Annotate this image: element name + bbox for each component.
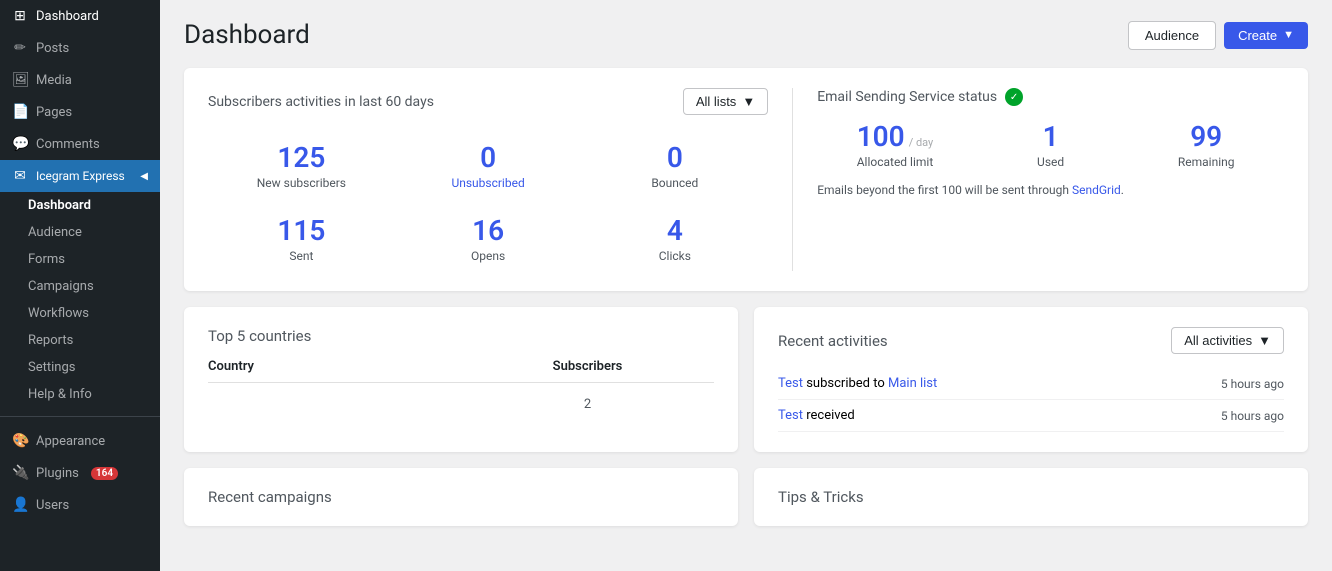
table-row: 2 [208,391,714,418]
stat-used: 1 Used [973,120,1129,169]
two-col-section: Top 5 countries Country Subscribers 2 Re… [184,307,1308,452]
sidebar-item-pages[interactable]: 📄 Pages [0,96,160,128]
activities-title: Subscribers activities in last 60 days [208,94,434,110]
top-countries-title: Top 5 countries [208,327,714,345]
sidebar-item-posts[interactable]: ✏ Posts [0,32,160,64]
activities-card: Subscribers activities in last 60 days A… [184,68,1308,291]
service-stats: 100 / day Allocated limit 1 Used 99 Rema… [817,120,1284,169]
media-icon: 🖼 [12,72,28,88]
create-button[interactable]: Create ▼ [1224,22,1308,49]
sidebar-sub-settings[interactable]: Settings [0,354,160,381]
stat-new-subscribers: 125 New subscribers [208,133,395,198]
stat-bounced: 0 Bounced [581,133,768,198]
activity-time-1: 5 hours ago [1221,409,1284,423]
stat-clicks: 4 Clicks [581,206,768,271]
stat-remaining: 99 Remaining [1128,120,1284,169]
comments-icon: 💬 [12,136,28,152]
sidebar: ⊞ Dashboard ✏ Posts 🖼 Media 📄 Pages 💬 Co… [0,0,160,571]
sidebar-item-media[interactable]: 🖼 Media [0,64,160,96]
sidebar-sub-campaigns[interactable]: Campaigns [0,273,160,300]
activities-dropdown-chevron-icon: ▼ [1258,333,1271,348]
stat-opens: 16 Opens [395,206,582,271]
sidebar-item-appearance[interactable]: 🎨 Appearance [0,425,160,457]
bottom-section: Recent campaigns Tips & Tricks [184,468,1308,526]
activity-link-test-0[interactable]: Test [778,376,803,391]
sidebar-sub-forms[interactable]: Forms [0,246,160,273]
sidebar-item-users[interactable]: 👤 Users [0,489,160,521]
table-header: Country Subscribers [208,359,714,383]
sidebar-sub-workflows[interactable]: Workflows [0,300,160,327]
plugins-badge: 164 [91,467,118,480]
recent-campaigns-title: Recent campaigns [208,488,714,506]
activity-row-0: Test subscribed to Main list 5 hours ago [778,368,1284,400]
all-activities-dropdown[interactable]: All activities ▼ [1171,327,1284,354]
audience-button[interactable]: Audience [1128,21,1216,50]
activities-header: Subscribers activities in last 60 days A… [208,88,768,115]
sidebar-sub-audience[interactable]: Audience [0,219,160,246]
activity-link-test-1[interactable]: Test [778,408,803,423]
activity-link-main-list[interactable]: Main list [888,376,937,391]
sidebar-sub-dashboard[interactable]: Dashboard [0,192,160,219]
main-content: Dashboard Audience Create ▼ Subscribers … [160,0,1332,571]
create-chevron-icon: ▼ [1283,29,1294,41]
sidebar-item-icegram[interactable]: ✉ Icegram Express ◀ [0,160,160,192]
recent-activities-header: Recent activities All activities ▼ [778,327,1284,354]
top-countries-card: Top 5 countries Country Subscribers 2 [184,307,738,452]
icegram-icon: ✉ [12,168,28,184]
sendgrid-link[interactable]: SendGrid [1072,183,1121,197]
recent-activities-card: Recent activities All activities ▼ Test … [754,307,1308,452]
sendgrid-note: Emails beyond the first 100 will be sent… [817,183,1284,197]
activity-time-0: 5 hours ago [1221,377,1284,391]
sidebar-sub-reports[interactable]: Reports [0,327,160,354]
all-lists-dropdown[interactable]: All lists ▼ [683,88,768,115]
sidebar-item-comments[interactable]: 💬 Comments [0,128,160,160]
pages-icon: 📄 [12,104,28,120]
plugins-icon: 🔌 [12,465,28,481]
stat-sent: 115 Sent [208,206,395,271]
page-title: Dashboard [184,20,310,50]
tips-tricks-card: Tips & Tricks [754,468,1308,526]
page-header: Dashboard Audience Create ▼ [184,20,1308,50]
dropdown-chevron-icon: ▼ [742,94,755,109]
stat-unsubscribed: 0 Unsubscribed [395,133,582,198]
appearance-icon: 🎨 [12,433,28,449]
sidebar-divider [0,416,160,417]
recent-activities-title: Recent activities [778,332,888,350]
dashboard-icon: ⊞ [12,8,28,24]
service-status-icon: ✓ [1005,88,1023,106]
activity-row-1: Test received 5 hours ago [778,400,1284,432]
sidebar-sub-help[interactable]: Help & Info [0,381,160,408]
recent-campaigns-card: Recent campaigns [184,468,738,526]
users-icon: 👤 [12,497,28,513]
sidebar-item-plugins[interactable]: 🔌 Plugins 164 [0,457,160,489]
header-actions: Audience Create ▼ [1128,21,1308,50]
stat-allocated: 100 / day Allocated limit [817,120,973,169]
sidebar-item-dashboard[interactable]: ⊞ Dashboard [0,0,160,32]
icegram-arrow-icon: ◀ [140,171,148,182]
email-service-header: Email Sending Service status ✓ [817,88,1284,106]
tips-tricks-title: Tips & Tricks [778,488,1284,506]
posts-icon: ✏ [12,40,28,56]
